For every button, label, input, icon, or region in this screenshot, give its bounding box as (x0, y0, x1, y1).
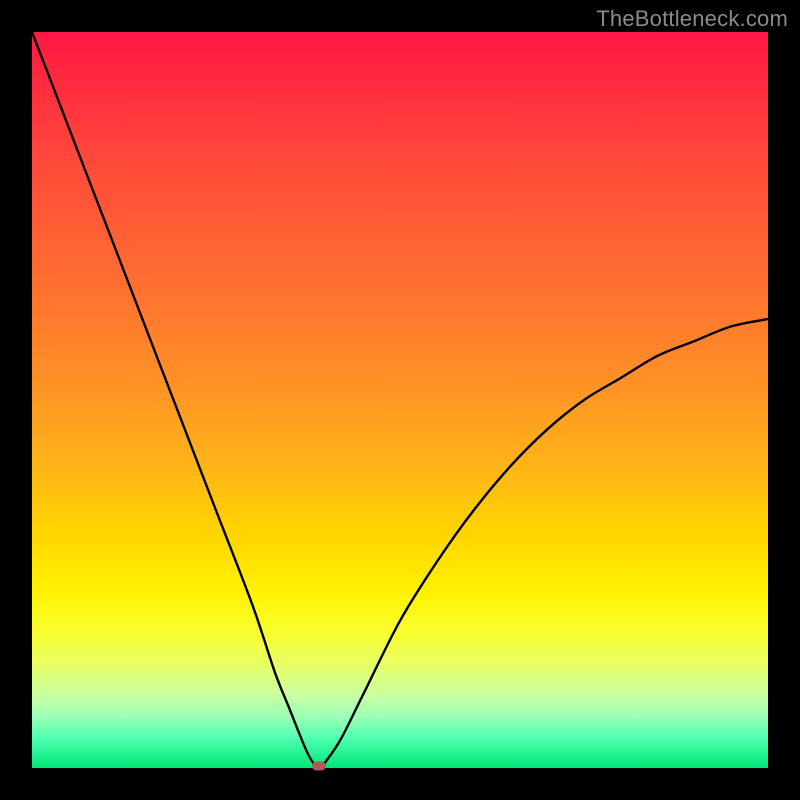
watermark-text: TheBottleneck.com (596, 6, 788, 32)
minimum-marker (312, 762, 326, 771)
plot-area (32, 32, 768, 768)
chart-frame: TheBottleneck.com (0, 0, 800, 800)
bottleneck-curve-path (32, 32, 768, 768)
curve-svg (32, 32, 768, 768)
